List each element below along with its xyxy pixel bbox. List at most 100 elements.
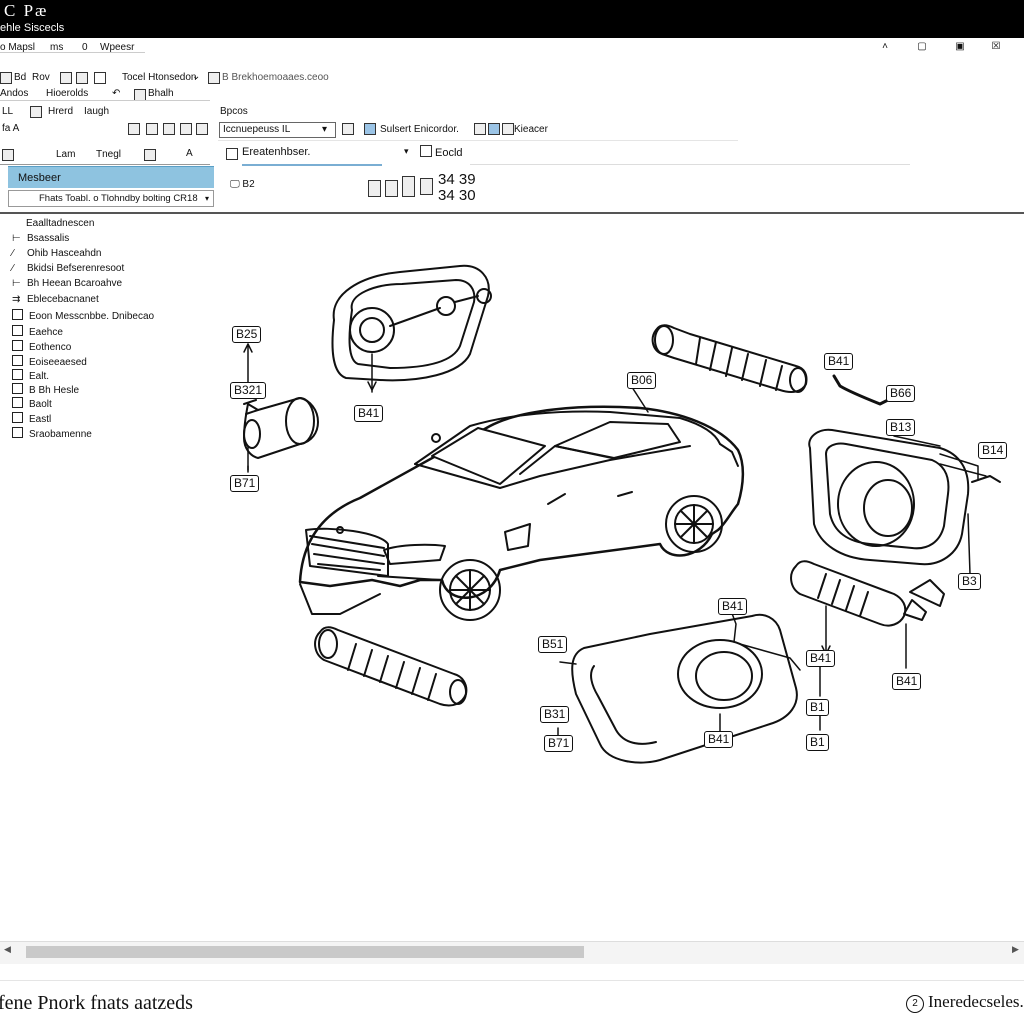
- editor-underline: [242, 164, 382, 166]
- edit-icon: [420, 145, 432, 157]
- scrollbar-thumb[interactable]: [26, 946, 584, 958]
- header-divider: [218, 140, 738, 141]
- toolbar-main: Bd Rov Tocel Htonsedon ⌄ B Brekhoemoaaes…: [0, 68, 1024, 90]
- coordinate-line-2: 34 30: [438, 187, 476, 204]
- toolbar-andos[interactable]: Andos: [0, 88, 28, 99]
- toolbar-tools-dropdown[interactable]: Tocel Htonsedon: [122, 72, 197, 83]
- export-icon[interactable]: [488, 123, 500, 135]
- maximize-icon[interactable]: ▢: [917, 42, 927, 52]
- scroll-left-icon[interactable]: ◀: [4, 944, 11, 955]
- model-variant-dropdown[interactable]: Fhats Toabl. o Tlohndby bolting CR18 ▾: [8, 190, 214, 207]
- doc-copy-icon[interactable]: [385, 180, 398, 197]
- search-doc-icon[interactable]: [364, 123, 376, 135]
- grid-icon[interactable]: [60, 72, 72, 84]
- undo-icon[interactable]: ↶: [112, 88, 120, 99]
- chevron-down-icon[interactable]: ▾: [404, 146, 409, 157]
- toolbar-bd[interactable]: Bd: [14, 72, 26, 83]
- monitor-icon[interactable]: 🖵 B2: [230, 179, 260, 193]
- doc-stack-icon[interactable]: [368, 180, 381, 197]
- editor-divider: [470, 164, 910, 165]
- filter-icon[interactable]: [94, 72, 106, 84]
- status-text: fene Pnork fnats aatzeds: [0, 992, 193, 1014]
- chevron-down-icon: ▾: [205, 194, 210, 203]
- title-bar: C Pæ ehle Siscecls: [0, 0, 1024, 38]
- part-label[interactable]: B41: [824, 353, 854, 370]
- part-label[interactable]: B41: [704, 731, 734, 748]
- scroll-right-icon[interactable]: ▶: [1012, 944, 1019, 955]
- editor-field[interactable]: Ereatenhbser. ▾: [224, 145, 414, 163]
- panel-icon[interactable]: [420, 178, 433, 195]
- settings-icon[interactable]: [196, 123, 208, 135]
- pen-icon[interactable]: [128, 123, 140, 135]
- status-right-text: Ineredecseles.: [928, 992, 1024, 1011]
- app-menu-icon[interactable]: [0, 72, 12, 84]
- list-icon[interactable]: [2, 149, 14, 161]
- part-label[interactable]: B71: [544, 735, 574, 752]
- panel-title: Bpcos: [220, 106, 248, 117]
- toolbar-hrerd[interactable]: Hrerd: [48, 106, 73, 117]
- save-icon[interactable]: [208, 72, 220, 84]
- minimize-icon[interactable]: ˄: [880, 42, 890, 52]
- app-subtitle: ehle Siscecls: [0, 22, 65, 34]
- chevron-down-icon[interactable]: ▾: [322, 124, 327, 135]
- part-label[interactable]: B06: [627, 372, 657, 389]
- part-label[interactable]: B51: [538, 636, 568, 653]
- selected-model-item[interactable]: Mesbeer: [8, 166, 214, 188]
- chevron-down-icon[interactable]: ⌄: [192, 71, 200, 82]
- toolbar-breakdown[interactable]: B Brekhoemoaaes.ceoo: [222, 72, 329, 83]
- calendar-icon[interactable]: [180, 123, 192, 135]
- status-icon[interactable]: 2: [906, 995, 924, 1013]
- part-bracket-small: [832, 374, 890, 406]
- restore-icon[interactable]: ▣: [955, 42, 965, 52]
- layers-icon[interactable]: [76, 72, 88, 84]
- format-icon[interactable]: fa A: [2, 123, 19, 134]
- toolbar-ll[interactable]: LL: [2, 106, 13, 117]
- coordinate-line-1: 34 39: [438, 171, 476, 188]
- part-label[interactable]: B71: [230, 475, 260, 492]
- part-label[interactable]: B3: [958, 573, 981, 590]
- left-list-header: Lam Tnegl A: [0, 146, 210, 165]
- part-label[interactable]: B25: [232, 326, 262, 343]
- part-label[interactable]: B321: [230, 382, 267, 399]
- part-label[interactable]: B31: [540, 706, 570, 723]
- menu-separator: [0, 52, 145, 53]
- selected-model-label: Mesbeer: [18, 172, 61, 184]
- part-label[interactable]: B1: [806, 734, 829, 751]
- part-housing-lower: [557, 607, 801, 764]
- info-icon[interactable]: [502, 123, 514, 135]
- grid-view-icon[interactable]: [342, 123, 354, 135]
- menu-bar: o Mapsl ms 0 Wpeesr ˄ ▢ ▣ ☒: [0, 38, 1024, 68]
- columns-icon[interactable]: [144, 149, 156, 161]
- part-label[interactable]: B14: [978, 442, 1008, 459]
- toolbar-bhalh[interactable]: Bhalh: [148, 88, 174, 99]
- toolbar-hioerolds[interactable]: Hioerolds: [46, 88, 88, 99]
- part-label[interactable]: B66: [886, 385, 916, 402]
- column-header-tnegl[interactable]: Tnegl: [96, 149, 121, 160]
- part-label[interactable]: B41: [806, 650, 836, 667]
- chart-icon[interactable]: [163, 123, 175, 135]
- app-title: C Pæ: [4, 1, 49, 20]
- edit-button[interactable]: Eocld: [420, 145, 463, 159]
- part-label[interactable]: B41: [892, 673, 922, 690]
- search-label[interactable]: Sulsert Enicordor.: [380, 124, 459, 135]
- table-icon[interactable]: [146, 123, 158, 135]
- close-icon[interactable]: ☒: [991, 42, 1001, 52]
- part-label[interactable]: B1: [806, 699, 829, 716]
- part-shock-lower-left: [314, 626, 468, 707]
- sort-indicator[interactable]: A: [186, 148, 193, 159]
- toolbar-rov[interactable]: Rov: [32, 72, 50, 83]
- part-cover-top: [331, 264, 492, 393]
- object-combo[interactable]: Iccnuepeuss IL: [219, 122, 336, 138]
- document-icon[interactable]: [30, 106, 42, 118]
- part-label[interactable]: B41: [354, 405, 384, 422]
- exploded-parts-diagram: [243, 264, 1001, 764]
- toolbar-iaugh[interactable]: Iaugh: [84, 106, 109, 117]
- part-label[interactable]: B41: [718, 598, 748, 615]
- file-icon: [226, 148, 238, 160]
- extra-label[interactable]: Kieacer: [514, 124, 548, 135]
- part-label[interactable]: B13: [886, 419, 916, 436]
- column-header-lam[interactable]: Lam: [56, 149, 75, 160]
- part-shock-top: [651, 324, 808, 393]
- print-icon[interactable]: [474, 123, 486, 135]
- page-icon[interactable]: [402, 176, 415, 197]
